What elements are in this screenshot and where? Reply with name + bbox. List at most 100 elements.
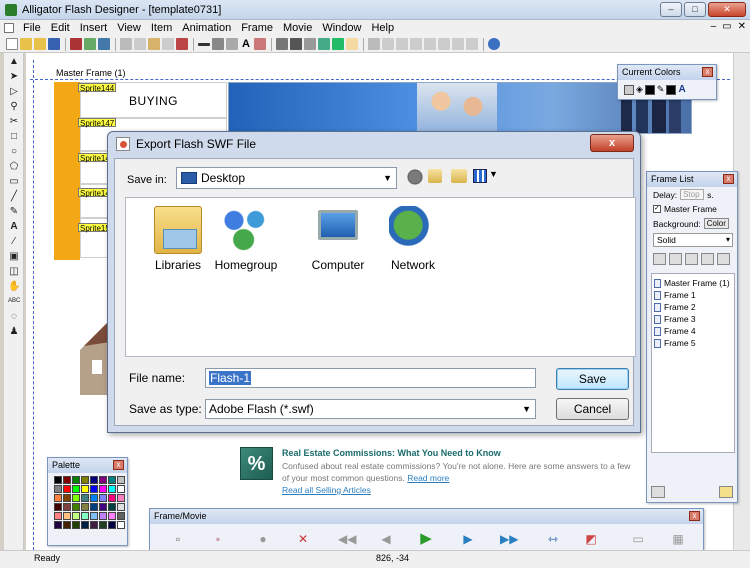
eraser-icon[interactable]: ◫: [8, 266, 20, 277]
frame-copy-icon[interactable]: [669, 253, 682, 265]
palette-swatch[interactable]: [54, 485, 62, 493]
fill-color-swatch[interactable]: [644, 84, 655, 95]
file-item-homegroup[interactable]: Homegroup: [206, 206, 286, 272]
frame-listbox[interactable]: Master Frame (1) Frame 1 Frame 2 Frame 3…: [651, 273, 735, 453]
palette-swatch[interactable]: [54, 476, 62, 484]
frame-list-item[interactable]: Master Frame (1): [654, 277, 732, 289]
pointer-icon[interactable]: ➤: [8, 71, 20, 82]
line-color-swatch[interactable]: [624, 84, 634, 95]
text-effect-icon[interactable]: [276, 38, 288, 50]
font-icon[interactable]: [290, 38, 302, 50]
rectangle-icon[interactable]: □: [8, 131, 20, 142]
preview-icon[interactable]: [84, 38, 96, 50]
mdi-close-icon[interactable]: ✕: [738, 21, 746, 32]
frame-list-item[interactable]: Frame 5: [654, 337, 732, 349]
maximize-button[interactable]: □: [684, 2, 706, 17]
line-width-icon[interactable]: [198, 42, 210, 46]
palette-swatch[interactable]: [81, 521, 89, 529]
palette-swatch[interactable]: [54, 503, 62, 511]
palette-swatch[interactable]: [99, 503, 107, 511]
duplicate-icon[interactable]: [162, 38, 174, 50]
palette-swatch[interactable]: [81, 503, 89, 511]
text-tool-icon[interactable]: A: [8, 221, 20, 232]
previous-frame-icon[interactable]: ◀: [378, 532, 394, 546]
fill-icon[interactable]: ✋: [8, 281, 20, 292]
dialog-close-button[interactable]: x: [590, 134, 634, 152]
sprite-label[interactable]: Sprite144: [78, 83, 117, 93]
copy-frame-icon[interactable]: ▪: [210, 532, 226, 546]
copy-icon[interactable]: [134, 38, 146, 50]
close-icon[interactable]: x: [723, 174, 734, 184]
menu-help[interactable]: Help: [366, 22, 399, 34]
web-icon[interactable]: [332, 38, 344, 50]
menu-file[interactable]: File: [18, 22, 46, 34]
fit-icon[interactable]: ⇿: [545, 532, 561, 546]
palette-swatch[interactable]: [117, 503, 125, 511]
select-arrow-icon[interactable]: ▲: [8, 56, 20, 67]
palette-swatch[interactable]: [81, 485, 89, 493]
palette-swatch[interactable]: [99, 494, 107, 502]
palette-swatch[interactable]: [99, 476, 107, 484]
frame-properties-icon[interactable]: ▭: [630, 532, 646, 546]
frame-list-item[interactable]: Frame 4: [654, 325, 732, 337]
up-folder-icon[interactable]: [428, 169, 442, 183]
palette-swatch[interactable]: [108, 521, 116, 529]
rounded-rect-icon[interactable]: ▭: [8, 176, 20, 187]
save-button[interactable]: Save: [556, 368, 629, 390]
frame-remove-icon[interactable]: [424, 38, 436, 50]
subselect-icon[interactable]: ▷: [8, 86, 20, 97]
palette-swatch[interactable]: [63, 476, 71, 484]
orange-sidebar-shape[interactable]: [54, 82, 80, 260]
text-icon[interactable]: A: [240, 38, 252, 50]
grid-icon[interactable]: [226, 38, 238, 50]
menu-view[interactable]: View: [112, 22, 146, 34]
palette-swatch[interactable]: [117, 476, 125, 484]
menu-animation[interactable]: Animation: [177, 22, 236, 34]
movie-settings-icon[interactable]: ▦: [665, 532, 691, 546]
zoom-tool-icon[interactable]: ⚲: [8, 101, 20, 112]
menu-item[interactable]: Item: [146, 22, 177, 34]
palette-swatch[interactable]: [63, 485, 71, 493]
play-icon[interactable]: ▶: [418, 531, 434, 546]
frame-list-item[interactable]: Frame 2: [654, 301, 732, 313]
menu-movie[interactable]: Movie: [278, 22, 317, 34]
paste-icon[interactable]: [148, 38, 160, 50]
palette-swatch[interactable]: [72, 503, 80, 511]
palette-swatch[interactable]: [90, 485, 98, 493]
palette-swatch[interactable]: [81, 476, 89, 484]
palette-swatch[interactable]: [72, 512, 80, 520]
file-browser[interactable]: Libraries Homegroup Computer Network: [125, 197, 636, 357]
house-image[interactable]: [80, 320, 110, 395]
minimize-button[interactable]: –: [660, 2, 682, 17]
palette-swatch[interactable]: [81, 494, 89, 502]
master-frame-checkbox[interactable]: ✓: [653, 205, 661, 213]
new-file-icon[interactable]: [6, 38, 18, 50]
line-tool-icon[interactable]: ╱: [8, 191, 20, 202]
delete-icon[interactable]: [176, 38, 188, 50]
menu-insert[interactable]: Insert: [75, 22, 113, 34]
frame-settings-icon[interactable]: [466, 38, 478, 50]
frame-new-icon[interactable]: [685, 253, 698, 265]
sound-icon[interactable]: ◌: [8, 311, 20, 322]
palette-swatch[interactable]: [81, 512, 89, 520]
palette-swatch[interactable]: [54, 494, 62, 502]
palette-swatch[interactable]: [72, 521, 80, 529]
palette-swatch[interactable]: [54, 512, 62, 520]
menu-window[interactable]: Window: [317, 22, 366, 34]
polygon-icon[interactable]: ⬠: [8, 161, 20, 172]
pencil-icon[interactable]: ✎: [8, 206, 20, 217]
ellipse-icon[interactable]: ○: [8, 146, 20, 157]
palette-swatch[interactable]: [90, 521, 98, 529]
align-icon[interactable]: [212, 38, 224, 50]
file-item-computer[interactable]: Computer: [298, 206, 378, 272]
export-frame-icon[interactable]: ◩: [583, 532, 599, 546]
palette-swatch[interactable]: [108, 485, 116, 493]
palette-swatch[interactable]: [108, 494, 116, 502]
frame-prev-icon[interactable]: [382, 38, 394, 50]
palette-swatch[interactable]: [117, 512, 125, 520]
palette-swatch[interactable]: [99, 512, 107, 520]
text-color-swatch[interactable]: [666, 84, 677, 95]
brush-icon[interactable]: ✎: [657, 84, 665, 95]
palette-swatch[interactable]: [117, 494, 125, 502]
frame-list-minimize-icon[interactable]: [651, 486, 665, 498]
